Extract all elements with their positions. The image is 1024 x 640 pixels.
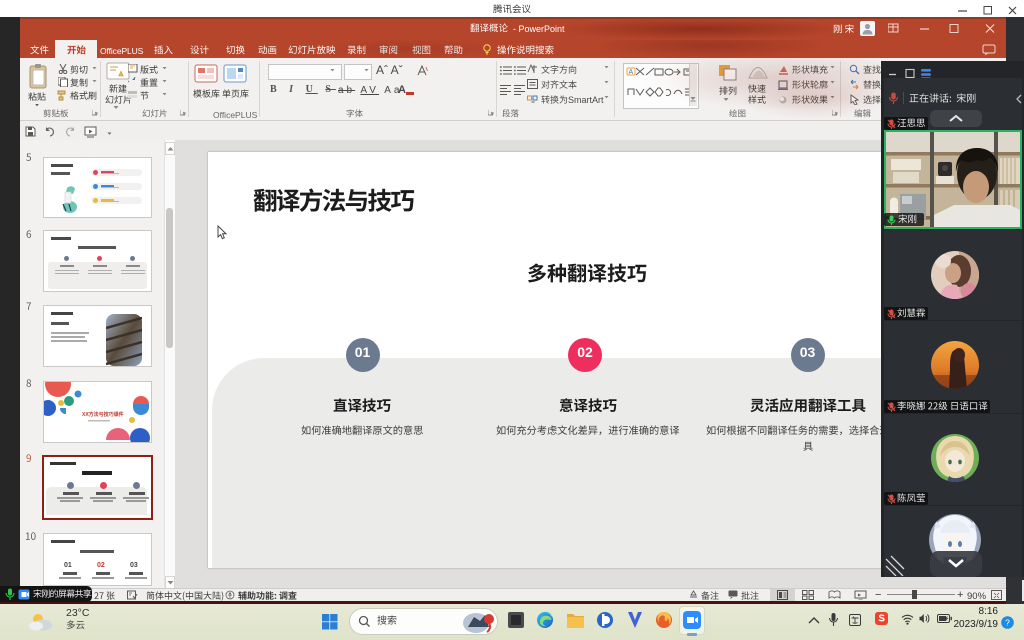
svg-text:A: A [629,69,634,76]
svg-text:XX方法与技巧课件: XX方法与技巧课件 [82,411,124,418]
svg-text:?: ? [1005,618,1010,628]
